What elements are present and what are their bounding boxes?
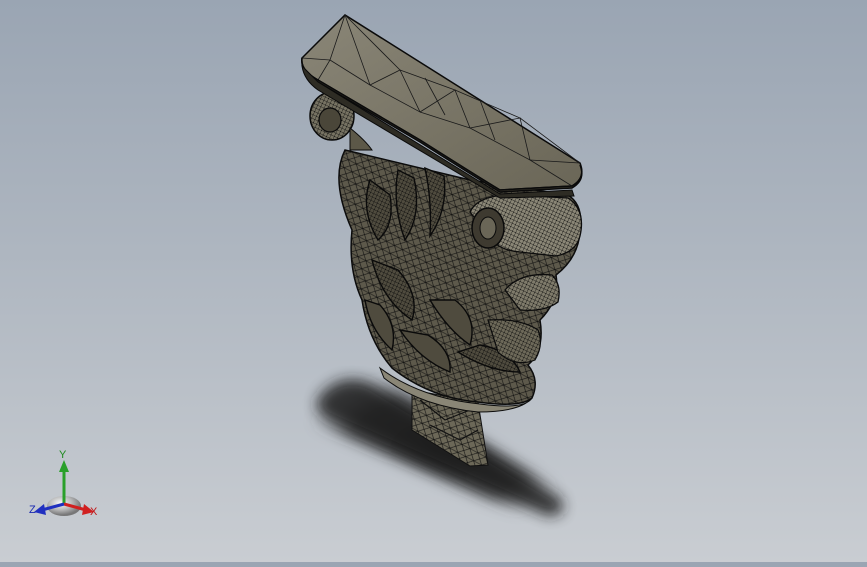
- triad-x-label: X: [90, 506, 98, 518]
- triad-z-label: Z: [29, 504, 36, 516]
- graphics-viewport[interactable]: Y X Z: [0, 0, 867, 562]
- reference-triad: Y X Z: [24, 446, 110, 526]
- model-canvas[interactable]: [0, 0, 867, 562]
- triad-y-label: Y: [59, 449, 67, 461]
